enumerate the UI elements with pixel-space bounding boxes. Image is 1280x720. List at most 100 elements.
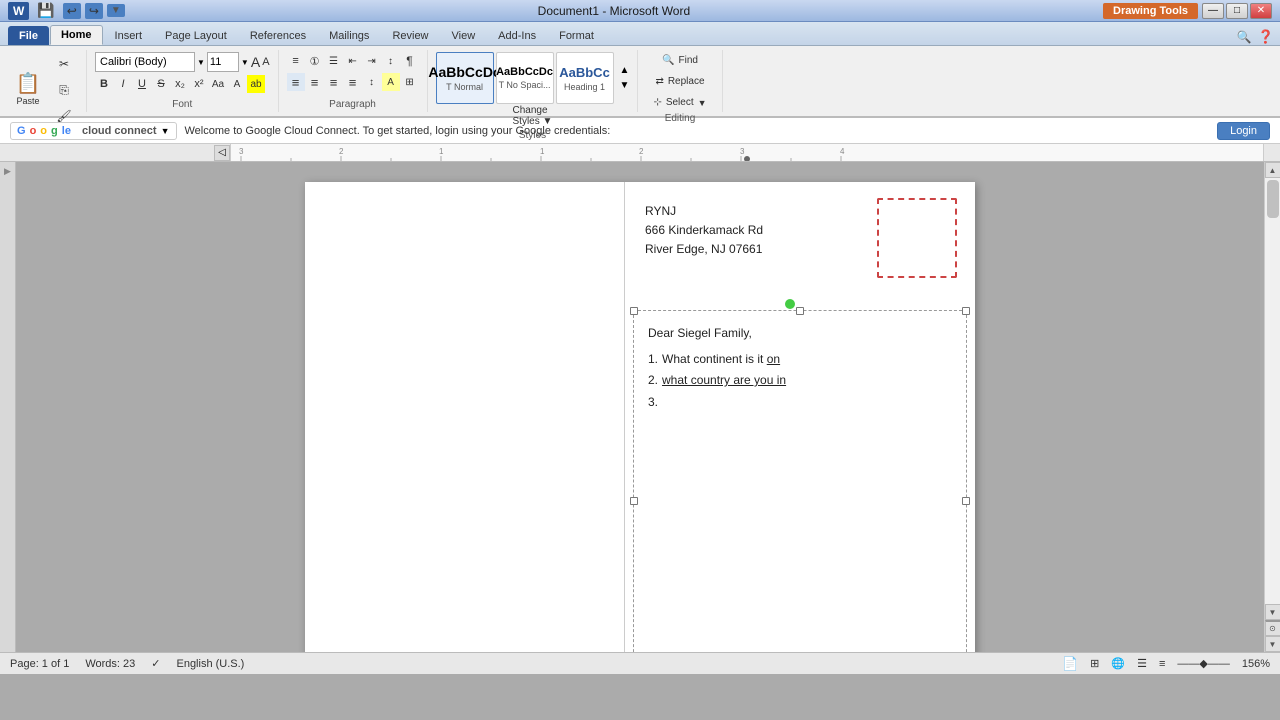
view-web[interactable]: 🌐 (1111, 657, 1125, 670)
view-outline[interactable]: ☰ (1137, 657, 1147, 670)
font-size-input[interactable]: 11 (207, 52, 239, 72)
scroll-up-button[interactable]: ▲ (1265, 162, 1280, 178)
styles-up-arrow[interactable]: ▲ (620, 65, 630, 76)
tab-format[interactable]: Format (548, 26, 605, 45)
select-icon: ⊹ (653, 97, 661, 108)
text-content-box[interactable]: Dear Siegel Family, 1. What continent is… (633, 310, 967, 652)
justify-button[interactable]: ≡ (344, 73, 362, 91)
list-item-3: 3. (648, 392, 952, 414)
font-size-arrow[interactable]: ▼ (241, 58, 249, 67)
document-page: RYNJ 666 Kinderkamack Rd River Edge, NJ … (305, 182, 975, 652)
page-down-button[interactable]: ▼ (1265, 636, 1280, 652)
text-color-button[interactable]: A (228, 75, 246, 93)
list-num-1: 1. (648, 349, 658, 371)
underline-button[interactable]: U (133, 75, 151, 93)
replace-button[interactable]: ⇄ Replace (648, 73, 711, 90)
handle-tm[interactable] (796, 307, 804, 315)
decrease-indent-button[interactable]: ⇤ (344, 52, 362, 70)
highlight-button[interactable]: ab (247, 75, 265, 93)
tab-file[interactable]: File (8, 26, 49, 45)
help-icon[interactable]: ❓ (1258, 29, 1274, 45)
statusbar-right: 📄 ⊞ 🌐 ☰ ≡ ——◆—— 156% (1062, 656, 1270, 672)
font-name-arrow[interactable]: ▼ (197, 58, 205, 67)
cut-button[interactable]: ✂ (50, 52, 78, 76)
minimize-button[interactable]: — (1202, 3, 1224, 19)
zoom-level[interactable]: 156% (1242, 658, 1270, 670)
clipboard-group: 📋 Paste ✂ ⎘ 🖌 Clipboard (0, 50, 87, 112)
numbering-button[interactable]: ① (306, 52, 324, 70)
view-fullscreen[interactable]: ⊞ (1090, 657, 1099, 670)
subscript-button[interactable]: x₂ (171, 75, 189, 93)
scroll-thumb[interactable] (1267, 180, 1279, 218)
tab-review[interactable]: Review (381, 26, 439, 45)
tab-insert[interactable]: Insert (104, 26, 154, 45)
style-no-spacing[interactable]: AaBbCcDc T No Spaci... (496, 52, 554, 104)
editing-label: Editing (665, 111, 696, 124)
language[interactable]: English (U.S.) (176, 658, 244, 670)
tab-references[interactable]: References (239, 26, 317, 45)
line-spacing-button[interactable]: ↕ (363, 73, 381, 91)
align-right-button[interactable]: ≡ (325, 73, 343, 91)
handle-ml[interactable] (630, 497, 638, 505)
clear-format-button[interactable]: Aa (209, 75, 227, 93)
align-center-button[interactable]: ≡ (306, 73, 324, 91)
expand-toggle[interactable]: ▶ (4, 166, 11, 177)
tab-add-ins[interactable]: Add-Ins (487, 26, 547, 45)
sort-button[interactable]: ↕ (382, 52, 400, 70)
spell-check-icon[interactable]: ✓ (151, 657, 160, 670)
quick-redo[interactable]: ↪ (85, 3, 103, 19)
gcc-logo[interactable]: Google cloud connect ▼ (10, 122, 177, 140)
gcc-bar: Google cloud connect ▼ Welcome to Google… (0, 118, 1280, 144)
doc-view-toggle[interactable]: ◁ (214, 145, 230, 161)
handle-tl[interactable] (630, 307, 638, 315)
close-button[interactable]: ✕ (1250, 3, 1272, 19)
find-button[interactable]: 🔍 Find (655, 52, 705, 69)
quick-save[interactable]: 💾 (33, 1, 58, 20)
align-left-button[interactable]: ≡ (287, 73, 305, 91)
show-marks-button[interactable]: ¶ (401, 52, 419, 70)
borders-button[interactable]: ⊞ (401, 73, 419, 91)
italic-button[interactable]: I (114, 75, 132, 93)
bold-button[interactable]: B (95, 75, 113, 93)
gcc-message: Welcome to Google Cloud Connect. To get … (185, 125, 611, 137)
clipboard-content: 📋 Paste ✂ ⎘ 🖌 (8, 52, 78, 128)
paste-button[interactable]: 📋 Paste (8, 64, 48, 116)
customize-qat[interactable]: ▼ (107, 4, 125, 17)
increase-font-button[interactable]: A (251, 54, 260, 70)
stamp-box (877, 198, 957, 278)
tab-view[interactable]: View (441, 26, 487, 45)
superscript-button[interactable]: x² (190, 75, 208, 93)
quick-undo[interactable]: ↩ (63, 3, 81, 19)
scroll-down-button[interactable]: ▼ (1265, 604, 1280, 620)
bullets-button[interactable]: ≡ (287, 52, 305, 70)
login-button[interactable]: Login (1217, 122, 1270, 140)
style-normal[interactable]: AaBbCcDc T Normal (436, 52, 494, 104)
select-browse-button[interactable]: ⊙ (1265, 620, 1280, 636)
view-print-layout[interactable]: 📄 (1062, 656, 1078, 672)
tab-mailings[interactable]: Mailings (318, 26, 380, 45)
tab-home[interactable]: Home (50, 25, 103, 45)
paste-icon: 📋 (16, 74, 41, 94)
word-count: Words: 23 (85, 658, 135, 670)
handle-mr[interactable] (962, 497, 970, 505)
select-button[interactable]: ⊹ Select ▼ (646, 94, 713, 111)
zoom-slider[interactable]: ——◆—— (1177, 657, 1229, 670)
font-label: Font (172, 97, 192, 110)
view-draft[interactable]: ≡ (1159, 658, 1165, 670)
copy-button[interactable]: ⎘ (50, 78, 78, 102)
font-name-input[interactable]: Calibri (Body) (95, 52, 195, 72)
styles-down-arrow[interactable]: ▼ (620, 80, 630, 91)
shading-button[interactable]: A (382, 73, 400, 91)
increase-indent-button[interactable]: ⇥ (363, 52, 381, 70)
multilevel-list-button[interactable]: ☰ (325, 52, 343, 70)
handle-tr[interactable] (962, 307, 970, 315)
style-heading1[interactable]: AaBbCc Heading 1 (556, 52, 614, 104)
paragraph-content: ≡ ① ☰ ⇤ ⇥ ↕ ¶ ≡ ≡ ≡ ≡ ↕ A ⊞ (287, 52, 419, 97)
maximize-button[interactable]: □ (1226, 3, 1248, 19)
strikethrough-button[interactable]: S (152, 75, 170, 93)
tab-page-layout[interactable]: Page Layout (154, 26, 238, 45)
decrease-font-button[interactable]: A (262, 56, 269, 68)
help-search[interactable]: 🔍 (1237, 30, 1252, 44)
svg-text:1: 1 (540, 147, 545, 156)
font-content: Calibri (Body) ▼ 11 ▼ A A B I U S x₂ x² … (95, 52, 270, 97)
